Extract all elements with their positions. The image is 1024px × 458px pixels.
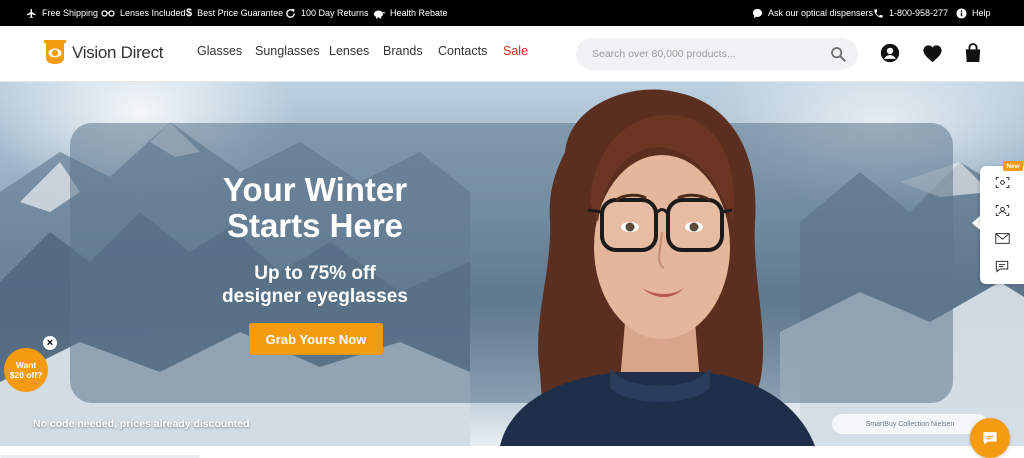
grab-yours-now-button[interactable]: Grab Yours Now bbox=[249, 323, 383, 355]
best-price-item[interactable]: $ Best Price Guarantee bbox=[186, 0, 283, 26]
account-icon[interactable] bbox=[879, 42, 901, 64]
collection-chip[interactable]: SmartBuy Collection Nielsen bbox=[832, 414, 988, 434]
promo-line1: Want bbox=[15, 360, 37, 370]
nav-contacts[interactable]: Contacts bbox=[438, 44, 487, 58]
bag-icon[interactable] bbox=[962, 42, 984, 64]
best-price-label: Best Price Guarantee bbox=[197, 8, 284, 18]
nav-brands[interactable]: Brands bbox=[383, 44, 423, 58]
top-bar: Free Shipping Lenses Included $ Best Pri… bbox=[0, 0, 1024, 26]
free-shipping-item[interactable]: Free Shipping bbox=[26, 0, 98, 26]
new-badge: New bbox=[1003, 161, 1023, 171]
hero-banner: Your Winter Starts Here Up to 75% off de… bbox=[0, 82, 1024, 446]
hero-subtitle: Up to 75% off designer eyeglasses bbox=[200, 262, 430, 308]
free-shipping-label: Free Shipping bbox=[42, 8, 99, 18]
ask-dispensers-item[interactable]: Ask our optical dispensers bbox=[752, 0, 873, 26]
help-label: Help bbox=[972, 8, 991, 18]
promo-line2: $20 off? bbox=[9, 370, 43, 380]
airplane-icon bbox=[26, 8, 36, 18]
search-icon[interactable] bbox=[830, 46, 846, 62]
returns-label: 100 Day Returns bbox=[301, 8, 369, 18]
health-rebate-item[interactable]: Health Rebate bbox=[373, 0, 448, 26]
nav-glasses[interactable]: Glasses bbox=[197, 44, 242, 58]
phone-item[interactable]: 1-800-958-277 bbox=[873, 0, 948, 26]
chat-launcher[interactable] bbox=[970, 418, 1010, 458]
glasses-icon bbox=[101, 10, 115, 17]
logo-text: Vision Direct bbox=[72, 43, 164, 62]
promo-close-icon[interactable]: × bbox=[43, 336, 57, 350]
promo-bubble[interactable]: Want $20 off? bbox=[4, 348, 48, 392]
piggy-bank-icon bbox=[374, 10, 385, 18]
phone-label: 1-800-958-277 bbox=[889, 8, 949, 18]
health-rebate-label: Health Rebate bbox=[390, 8, 448, 18]
nav-sale[interactable]: Sale bbox=[503, 44, 528, 58]
returns-item[interactable]: 100 Day Returns bbox=[285, 0, 369, 26]
search-box bbox=[576, 38, 858, 70]
lenses-included-item[interactable]: Lenses Included bbox=[101, 0, 186, 26]
search-input[interactable] bbox=[592, 38, 812, 70]
face-scan-icon[interactable] bbox=[980, 168, 1024, 196]
model-portrait bbox=[500, 89, 815, 446]
dollar-icon: $ bbox=[186, 7, 193, 19]
info-icon bbox=[956, 7, 967, 19]
phone-icon bbox=[874, 8, 883, 18]
chat-icon bbox=[983, 432, 997, 445]
logo[interactable]: Vision Direct bbox=[44, 39, 164, 67]
hero-title-line2: Starts Here bbox=[226, 207, 404, 244]
site-header: Vision Direct Glasses Sunglasses Lenses … bbox=[0, 26, 1024, 82]
ask-dispensers-label: Ask our optical dispensers bbox=[768, 8, 874, 18]
discount-disclaimer: No code needed, prices already discounte… bbox=[33, 418, 250, 430]
hero-title-line1: Your Winter bbox=[222, 171, 408, 208]
chat-bubble-icon bbox=[752, 8, 763, 18]
nav-lenses[interactable]: Lenses bbox=[329, 44, 369, 58]
side-toolbar-toggle[interactable] bbox=[972, 216, 980, 230]
nav-sunglasses[interactable]: Sunglasses bbox=[255, 44, 320, 58]
hero-subtitle-line2: designer eyeglasses bbox=[222, 286, 408, 307]
hero-subtitle-line1: Up to 75% off bbox=[254, 263, 376, 284]
virtual-try-on-icon[interactable] bbox=[980, 196, 1024, 224]
hero-title: Your Winter Starts Here bbox=[200, 172, 430, 244]
logo-icon bbox=[44, 40, 66, 64]
help-item[interactable]: Help bbox=[956, 0, 991, 26]
side-toolbar bbox=[980, 166, 1024, 284]
heart-icon[interactable] bbox=[921, 42, 943, 64]
email-icon[interactable] bbox=[980, 224, 1024, 252]
return-arrow-icon bbox=[286, 8, 295, 18]
message-icon[interactable] bbox=[980, 252, 1024, 280]
lenses-included-label: Lenses Included bbox=[120, 8, 186, 18]
